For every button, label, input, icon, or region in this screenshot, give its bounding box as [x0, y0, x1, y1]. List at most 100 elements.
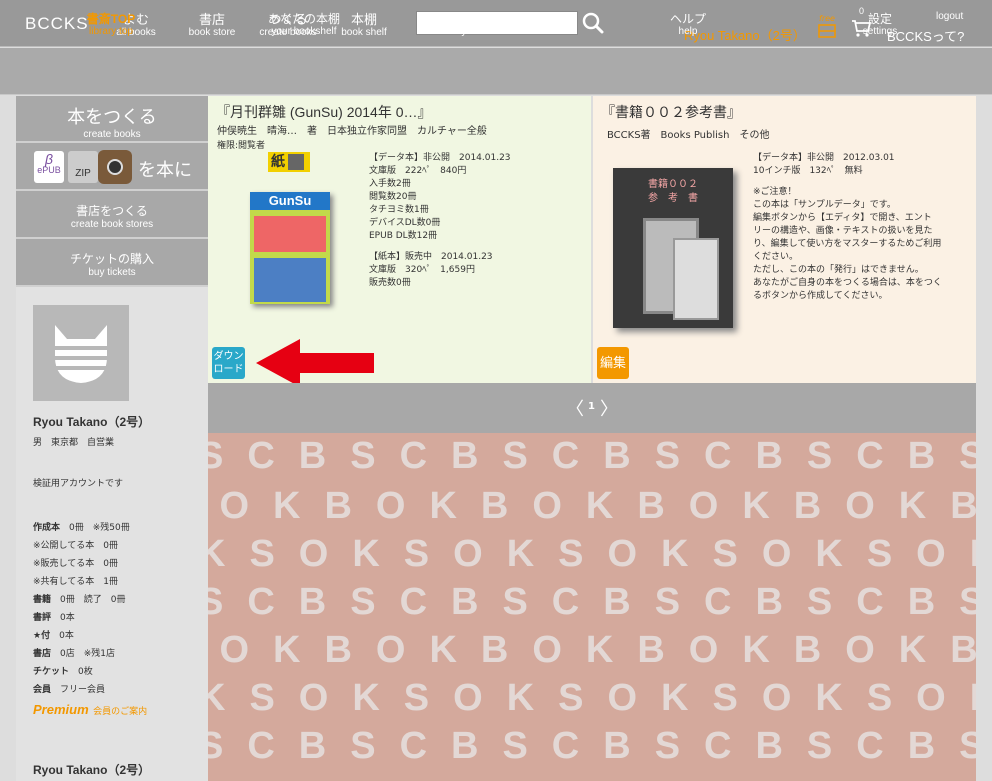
- stat-value: 0本: [59, 631, 74, 641]
- beta-glyph: β: [45, 151, 53, 167]
- search-icon[interactable]: [582, 12, 604, 34]
- profile-details: 男 東京都 自営業: [33, 438, 115, 448]
- stat-key: 書評: [33, 613, 52, 623]
- tab-label: ヘルプ: [669, 12, 706, 26]
- stat-key: チケット: [33, 667, 70, 677]
- download-button[interactable]: ダウンロード: [212, 347, 245, 379]
- info-line: 編集ボタンから【エディタ】で開き、エント: [753, 213, 932, 223]
- tab-help[interactable]: ヘルプ help: [664, 12, 712, 38]
- info-line: 文庫版 320ﾍﾟ 1,659円: [369, 265, 475, 275]
- tab-label: 書斎TOP: [86, 12, 136, 26]
- paper-book-badge: 紙: [268, 152, 310, 172]
- secondary-nav: [0, 48, 992, 95]
- create-store-label: 書店をつくる: [76, 204, 148, 218]
- stat-key: 作成本: [33, 523, 61, 533]
- pattern-background: SCBSCBSCBSCBSCBSCB BOKBOKBOKBOKBOKBOK KS…: [208, 433, 976, 781]
- info-line: り、編集して使い方をマスターするためご利用: [753, 239, 942, 249]
- cover-device-2: [673, 238, 719, 320]
- tab-library-top[interactable]: 書斎TOP library top: [72, 12, 150, 38]
- free-label: free: [819, 14, 835, 23]
- profile-name[interactable]: Ryou Takano（2号）: [33, 413, 150, 430]
- tab-sublabel: your bookshelf: [271, 26, 337, 37]
- buy-tickets-button[interactable]: チケットの購入 buy tickets: [16, 239, 208, 287]
- book-title[interactable]: 『書籍００２参考書』: [601, 102, 741, 122]
- stat-stores: 書店 0店 ※残1店: [33, 646, 115, 659]
- pattern-row: BOKBOKBOKBOKBOKBOK: [208, 485, 976, 527]
- instagram-icon: [98, 150, 132, 184]
- stat-created: 作成本 0冊 ※残50冊: [33, 520, 130, 533]
- to-book-label: を本に: [138, 160, 192, 180]
- book-authors: BCCKS著 Books Publish その他: [607, 130, 770, 141]
- nav-book-store[interactable]: 書店 book store: [181, 12, 243, 39]
- tab-label: あなたの本棚: [267, 12, 340, 26]
- book-title[interactable]: 『月刊群雛 (GunSu) 2014年 0…』: [216, 102, 432, 122]
- stat-membership: 会員 フリー会員: [33, 682, 105, 695]
- book-list: 『月刊群雛 (GunSu) 2014年 0…』 仲俣暁生 晴海… 著 日本独立作…: [208, 96, 976, 387]
- stat-tickets: チケット 0枚: [33, 664, 93, 677]
- tab-label: あなたの書店: [459, 12, 532, 26]
- create-store-button[interactable]: 書店をつくる create book stores: [16, 191, 208, 239]
- paper-badge-label: 紙: [271, 154, 285, 170]
- info-line: EPUB DL数12冊: [369, 231, 438, 241]
- info-line: あなたがご自身の本をつくる場合は、本をつく: [753, 278, 942, 288]
- cat-avatar-icon: [51, 325, 111, 383]
- info-line: リーの構造や、画像・テキストの扱いを見た: [753, 226, 933, 236]
- tab-sublabel: your book store: [461, 26, 531, 37]
- stat-key: ★付: [33, 631, 51, 641]
- avatar[interactable]: [33, 305, 129, 401]
- tab-sublabel: library top: [89, 26, 133, 37]
- info-line: 【データ本】非公開 2014.01.23: [369, 153, 511, 163]
- book-permission: 権限:閲覧者: [217, 141, 266, 151]
- create-books-button[interactable]: 本をつくる create books: [16, 96, 208, 143]
- stat-public: ※公開してる本 0冊: [33, 538, 118, 551]
- profile-name-2[interactable]: Ryou Takano（2号）: [33, 761, 150, 778]
- book-info: 【データ本】非公開 2012.03.01 10インチ版 132ﾍﾟ 無料 ※ご注…: [753, 152, 973, 303]
- info-line: 閲覧数20冊: [369, 192, 417, 202]
- premium-link[interactable]: Premium 会員のご案内: [33, 701, 147, 719]
- info-line: この本は「サンプルデータ」です。: [753, 200, 896, 210]
- create-books-label: 本をつくる: [67, 107, 157, 127]
- pattern-row: SCBSCBSCBSCBSCBSCB: [208, 725, 976, 767]
- stat-value: 0冊 読了 0冊: [60, 595, 126, 605]
- pattern-row: BOKBOKBOKBOKBOKBOK: [208, 629, 976, 671]
- stat-key: 書籍: [33, 595, 52, 605]
- cover-art-bottom: [254, 258, 326, 302]
- book-cover[interactable]: GunSu: [250, 192, 330, 304]
- tab-sublabel: settings: [862, 26, 898, 37]
- page-number[interactable]: 1: [588, 401, 595, 412]
- stat-reviews: 書評 0本: [33, 610, 75, 623]
- premium-text: 会員のご案内: [93, 706, 148, 716]
- import-formats-button[interactable]: β ePUB ZIP を本に: [16, 143, 208, 191]
- stat-shared: ※共有してる本 1冊: [33, 574, 118, 587]
- tab-settings[interactable]: 設定 settings: [852, 12, 908, 38]
- red-arrow-icon: [256, 339, 374, 387]
- book-cover[interactable]: 書籍００２ 参 考 書: [613, 168, 733, 328]
- stat-starred: ★付 0本: [33, 628, 74, 641]
- tab-your-bookshelf[interactable]: あなたの本棚 your bookshelf: [256, 12, 352, 38]
- next-page-button[interactable]: 〉: [600, 395, 618, 421]
- pattern-row: SCBSCBSCBSCBSCBSCB: [208, 581, 976, 623]
- book-card: 『書籍００２参考書』 BCCKS著 Books Publish その他 書籍００…: [593, 96, 976, 383]
- info-line: タチヨミ数1冊: [369, 205, 429, 215]
- stat-key: ※公開してる本: [33, 541, 95, 551]
- tab-your-book-store[interactable]: あなたの書店 your book store: [446, 12, 546, 38]
- cover-title: 書籍００２ 参 考 書: [648, 179, 698, 204]
- stat-key: 会員: [33, 685, 52, 695]
- tab-sublabel: help: [678, 26, 698, 37]
- free-member-icon[interactable]: free: [818, 14, 836, 38]
- info-line: 【データ本】非公開 2012.03.01: [753, 153, 895, 163]
- bookshelf-icon: [818, 24, 836, 38]
- stat-value: 0店 ※残1店: [60, 649, 116, 659]
- info-line: ただし、この本の「発行」はできません。: [753, 265, 924, 275]
- prev-page-button[interactable]: 〈: [566, 395, 584, 421]
- nav-label: 書店: [198, 12, 225, 27]
- edit-button[interactable]: 編集: [597, 347, 629, 379]
- buy-tickets-sublabel: buy tickets: [88, 267, 136, 278]
- stat-value: 0冊: [103, 559, 119, 569]
- info-line: 【紙本】販売中 2014.01.23: [369, 252, 493, 262]
- epub-icon: β ePUB: [34, 151, 64, 183]
- stat-books: 書籍 0冊 読了 0冊: [33, 592, 125, 605]
- logout-link[interactable]: logout: [936, 11, 963, 22]
